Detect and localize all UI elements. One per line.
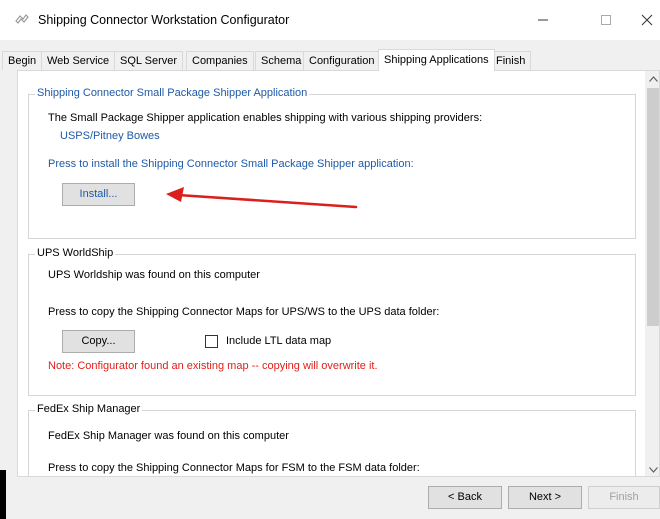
fedex-group: FedEx Ship Manager FedEx Ship Manager wa… xyxy=(28,403,636,476)
fedex-copy-prompt: Press to copy the Shipping Connector Map… xyxy=(48,462,420,474)
tab-companies[interactable]: Companies xyxy=(186,51,254,70)
install-button[interactable]: Install... xyxy=(62,183,135,206)
small-package-group: Shipping Connector Small Package Shipper… xyxy=(28,87,636,239)
annotation-arrow-icon xyxy=(166,187,358,209)
include-ltl-label[interactable]: Include LTL data map xyxy=(226,335,331,347)
scroll-thumb[interactable] xyxy=(647,88,659,326)
tab-content-panel: Shipping Connector Small Package Shipper… xyxy=(17,70,660,477)
maximize-button[interactable] xyxy=(583,0,629,40)
title-bar[interactable]: Shipping Connector Workstation Configura… xyxy=(0,0,660,40)
back-button[interactable]: < Back xyxy=(428,486,502,509)
next-button[interactable]: Next > xyxy=(508,486,582,509)
install-prompt: Press to install the Shipping Connector … xyxy=(48,158,414,170)
finish-button[interactable]: Finish xyxy=(588,486,660,509)
tab-begin[interactable]: Begin xyxy=(2,51,43,70)
tab-finish[interactable]: Finish xyxy=(490,51,532,70)
overwrite-warning: Note: Configurator found an existing map… xyxy=(48,360,378,372)
configurator-window: Shipping Connector Workstation Configura… xyxy=(0,0,660,519)
scroll-up-arrow-icon[interactable] xyxy=(645,71,659,87)
ups-worldship-group: UPS WorldShip UPS Worldship was found on… xyxy=(28,247,636,396)
ups-legend: UPS WorldShip xyxy=(35,247,116,259)
window-title: Shipping Connector Workstation Configura… xyxy=(38,13,290,27)
fedex-legend: FedEx Ship Manager xyxy=(35,403,143,415)
close-button[interactable] xyxy=(634,0,660,40)
provider-label: USPS/Pitney Bowes xyxy=(60,130,160,142)
fedex-found-text: FedEx Ship Manager was found on this com… xyxy=(48,430,289,442)
left-edge-bar xyxy=(0,470,6,519)
tab-configuration[interactable]: Configuration xyxy=(303,51,381,70)
tab-schema[interactable]: Schema xyxy=(255,51,308,70)
include-ltl-checkbox[interactable] xyxy=(205,335,218,348)
small-package-legend: Shipping Connector Small Package Shipper… xyxy=(35,87,310,99)
small-package-description: The Small Package Shipper application en… xyxy=(48,112,483,124)
ups-copy-prompt: Press to copy the Shipping Connector Map… xyxy=(48,306,440,318)
scroll-down-arrow-icon[interactable] xyxy=(645,462,659,476)
tab-sql-server[interactable]: SQL Server xyxy=(114,51,184,70)
tab-web-service[interactable]: Web Service xyxy=(41,51,116,70)
app-icon xyxy=(14,11,30,27)
vertical-scrollbar[interactable] xyxy=(645,71,659,476)
ups-found-text: UPS Worldship was found on this computer xyxy=(48,269,260,281)
minimize-button[interactable] xyxy=(520,0,566,40)
ups-copy-button[interactable]: Copy... xyxy=(62,330,135,353)
tab-shipping-applications[interactable]: Shipping Applications xyxy=(378,49,495,71)
